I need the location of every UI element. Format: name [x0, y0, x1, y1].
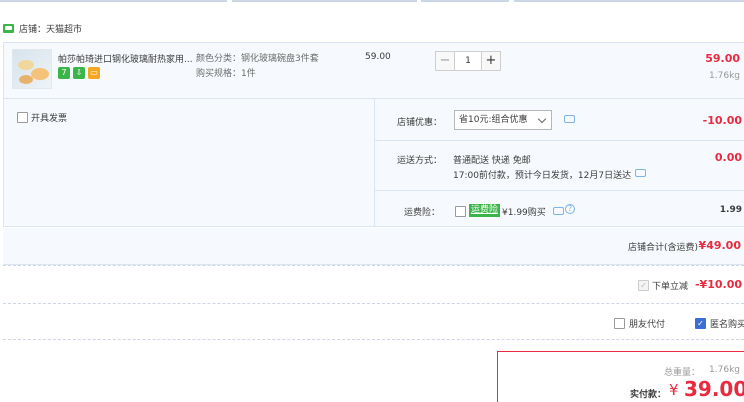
- friend-pay-label: 朋友代付: [629, 320, 666, 330]
- invoice-checkbox[interactable]: [17, 112, 28, 123]
- invoice-label: 开具发票: [31, 114, 68, 124]
- anonymous-checkbox[interactable]: ✓: [695, 318, 706, 329]
- order-discount-label: 下单立减: [652, 282, 689, 292]
- seven-day-return-icon: 7: [58, 67, 70, 79]
- shipping-method: 普通配送 快递 免邮: [453, 156, 531, 166]
- sku-spec-label: 购买规格：: [196, 69, 242, 79]
- shipping-label: 运送方式：: [397, 156, 443, 166]
- store-icon: [3, 23, 14, 33]
- insurance-label: 运费险：: [404, 208, 441, 218]
- pay-amount: 39.00: [684, 377, 744, 401]
- shipping-eta: 17:00前付款，预计今日发货，12月7日送达: [453, 171, 632, 181]
- message-icon[interactable]: [635, 169, 646, 177]
- anonymous-label: 匿名购买: [710, 320, 744, 330]
- product-thumbnail[interactable]: [12, 49, 52, 89]
- store-header: 店铺：天猫超市: [3, 18, 82, 38]
- delivery-panel: 店铺优惠： 省10元:组合优惠 -10.00 运送方式： 普通配送 快递 免邮 …: [375, 99, 744, 227]
- store-total-row: 店铺合计(含运费) ¥49.00: [3, 228, 744, 265]
- store-total-label: 店铺合计(含运费): [627, 243, 698, 253]
- insurance-checkbox[interactable]: [455, 206, 466, 217]
- insurance-row: 运费险： 运费险 ¥1.99购买 ? 1.99: [375, 191, 744, 227]
- friend-pay-option[interactable]: 朋友代付: [614, 317, 665, 330]
- total-weight: 1.76kg: [709, 365, 740, 375]
- pay-label: 实付款：: [630, 390, 667, 400]
- message-icon[interactable]: [553, 207, 564, 215]
- unit-price: 59.00: [365, 52, 391, 62]
- store-total-amount: ¥49.00: [698, 239, 741, 252]
- quantity-input[interactable]: 1: [455, 51, 481, 71]
- help-icon[interactable]: ?: [565, 204, 575, 214]
- insurance-price: ¥1.99购买: [502, 208, 546, 218]
- product-sku: 颜色分类：钢化玻璃碗盘3件套 购买规格：1件: [196, 52, 319, 82]
- store-discount-select[interactable]: 省10元:组合优惠: [454, 110, 552, 130]
- item-subtotal: 59.00: [705, 52, 740, 65]
- invoice-panel: 开具发票: [4, 99, 375, 227]
- service-badges: 7 ⇩ ▭: [58, 67, 100, 79]
- section-divider: [3, 303, 744, 304]
- message-icon[interactable]: [564, 115, 575, 123]
- order-discount-row: ✓ 下单立减: [638, 279, 688, 292]
- store-discount-amount: -10.00: [702, 114, 742, 127]
- top-divider: [0, 0, 744, 2]
- card-icon: ▭: [88, 67, 100, 79]
- order-discount-amount: -¥10.00: [694, 278, 742, 291]
- store-name[interactable]: 店铺：天猫超市: [19, 22, 82, 35]
- cart-item-row: 帕莎帕琦进口钢化玻璃耐热家用... 7 ⇩ ▭ 颜色分类：钢化玻璃碗盘3件套 购…: [3, 42, 744, 99]
- shipping-amount: 0.00: [714, 151, 742, 164]
- checkout-page: 店铺：天猫超市 帕莎帕琦进口钢化玻璃耐热家用... 7 ⇩ ▭ 颜色分类：钢化玻…: [0, 0, 744, 402]
- invoice-option[interactable]: 开具发票: [17, 111, 67, 124]
- store-discount-row: 店铺优惠： 省10元:组合优惠 -10.00: [375, 99, 744, 141]
- item-weight: 1.76kg: [709, 71, 740, 81]
- quantity-decrease-button[interactable]: −: [435, 51, 455, 71]
- section-divider: [3, 339, 744, 340]
- order-options: 开具发票 店铺优惠： 省10元:组合优惠 -10.00 运送方式： 普通配送 快…: [3, 99, 744, 227]
- payment-summary: 总重量： 1.76kg 实付款： ¥ 39.00: [497, 351, 744, 402]
- sku-color-label: 颜色分类：: [196, 54, 242, 64]
- store-discount-label: 店铺优惠：: [397, 118, 443, 128]
- sku-spec-value: 1件: [241, 69, 256, 79]
- anonymous-option[interactable]: ✓ 匿名购买: [695, 317, 744, 330]
- insurance-tag: 运费险: [469, 204, 501, 217]
- download-icon: ⇩: [73, 67, 85, 79]
- insurance-amount: 1.99: [719, 205, 742, 215]
- quantity-stepper: − 1 +: [435, 51, 501, 71]
- quantity-increase-button[interactable]: +: [481, 51, 501, 71]
- friend-pay-checkbox[interactable]: [614, 318, 625, 329]
- chevron-down-icon: [537, 114, 547, 124]
- product-title[interactable]: 帕莎帕琦进口钢化玻璃耐热家用...: [58, 52, 196, 65]
- order-discount-checkbox: ✓: [638, 280, 649, 291]
- shipping-row: 运送方式： 普通配送 快递 免邮 17:00前付款，预计今日发货，12月7日送达…: [375, 141, 744, 191]
- store-discount-value: 省10元:组合优惠: [459, 115, 528, 125]
- currency-symbol: ¥: [669, 381, 679, 399]
- section-divider: [3, 265, 744, 266]
- sku-color-value: 钢化玻璃碗盘3件套: [241, 54, 319, 64]
